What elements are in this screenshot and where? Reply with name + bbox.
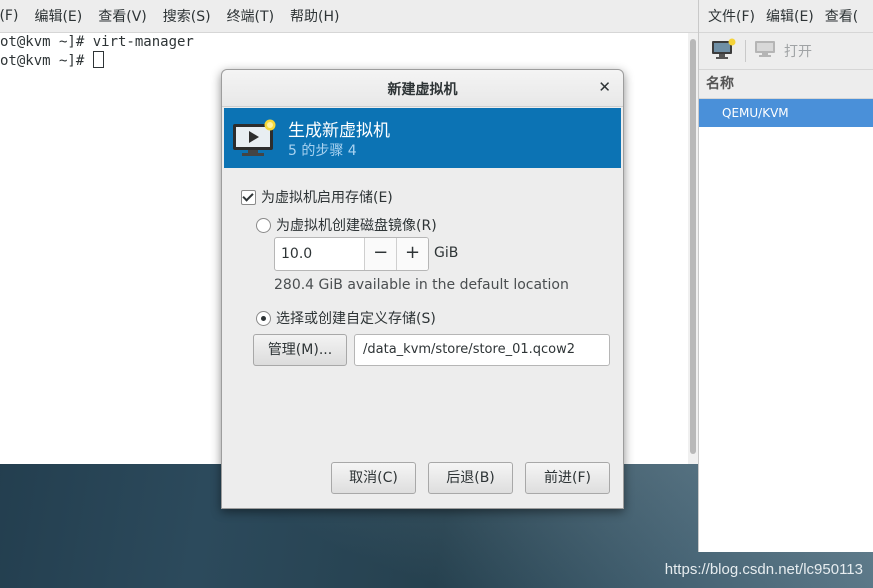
create-disk-radio[interactable]: 为虚拟机创建磁盘镜像(R) [256,215,437,235]
vm-toolbar: 打开 [699,33,873,70]
text-cursor [92,51,104,68]
terminal-line: ot@kvm ~]# [0,53,93,69]
terminal-scrollbar[interactable] [688,33,698,464]
header-step: 5 的步骤 4 [288,143,357,159]
scrollbar-thumb[interactable] [690,39,696,454]
toolbar-separator [745,40,746,62]
vm-menu-edit[interactable]: 编辑(E) [766,6,814,26]
custom-storage-radio[interactable]: 选择或创建自定义存储(S) [256,308,436,328]
increase-button[interactable]: + [396,238,428,270]
vm-menubar: 文件(F) 编辑(E) 查看( [699,0,873,33]
column-header-name[interactable]: 名称 [699,70,873,99]
available-space-text: 280.4 GiB available in the default locat… [274,277,569,293]
disk-size-input[interactable]: 10.0 [275,238,364,270]
toolbar-open-button[interactable]: 打开 [784,41,812,61]
vm-menu-file[interactable]: 文件(F) [708,6,755,26]
header-title: 生成新虚拟机 [288,121,390,141]
storage-path-input[interactable]: /data_kvm/store/store_01.qcow2 [354,334,610,366]
dialog-titlebar[interactable]: 新建虚拟机 ✕ [222,70,623,107]
new-vm-icon[interactable] [711,38,737,64]
vm-menu-view[interactable]: 查看( [825,6,858,26]
enable-storage-label: 为虚拟机启用存储(E) [261,190,393,206]
back-button[interactable]: 后退(B) [428,462,513,494]
decrease-button[interactable]: − [364,238,397,270]
checkbox-checked-icon[interactable] [241,189,256,205]
watermark: https://blog.csdn.net/lc950113 [664,561,863,578]
cancel-button[interactable]: 取消(C) [331,462,416,494]
dialog-title: 新建虚拟机 [387,82,458,98]
new-vm-icon [232,118,278,162]
size-unit-label: GiB [434,245,459,261]
menu-terminal[interactable]: 终端(T) [227,6,274,26]
manage-button[interactable]: 管理(M)... [253,334,347,366]
menu-file[interactable]: [(F) [0,8,18,24]
monitor-icon [754,40,776,62]
dialog-header-banner: 生成新虚拟机 5 的步骤 4 [224,108,621,168]
enable-storage-checkbox[interactable]: 为虚拟机启用存储(E) [241,187,393,207]
menu-search[interactable]: 搜索(S) [163,6,211,26]
forward-button[interactable]: 前进(F) [525,462,610,494]
new-vm-dialog: 新建虚拟机 ✕ 生成新虚拟机 5 的步骤 4 为虚拟机启用存储(E) 为虚拟机创… [221,69,624,509]
terminal-menubar: [(F) 编辑(E) 查看(V) 搜索(S) 终端(T) 帮助(H) [0,0,698,33]
terminal-prompt-line: ot@kvm ~]# [0,51,686,69]
radio-unselected-icon[interactable] [256,217,271,233]
close-icon[interactable]: ✕ [598,78,611,96]
disk-size-stepper[interactable]: 10.0 − + [274,237,429,271]
terminal-line: ot@kvm ~]# virt-manager [0,34,194,50]
connection-row[interactable]: QEMU/KVM [699,99,873,127]
create-disk-label: 为虚拟机创建磁盘镜像(R) [276,218,437,234]
menu-help[interactable]: 帮助(H) [290,6,339,26]
radio-selected-icon[interactable] [256,310,271,326]
virt-manager-window: 文件(F) 编辑(E) 查看( 打开 名称 QEMU/KVM [698,0,873,552]
menu-view[interactable]: 查看(V) [98,6,147,26]
menu-edit[interactable]: 编辑(E) [34,6,82,26]
custom-storage-label: 选择或创建自定义存储(S) [276,311,436,327]
